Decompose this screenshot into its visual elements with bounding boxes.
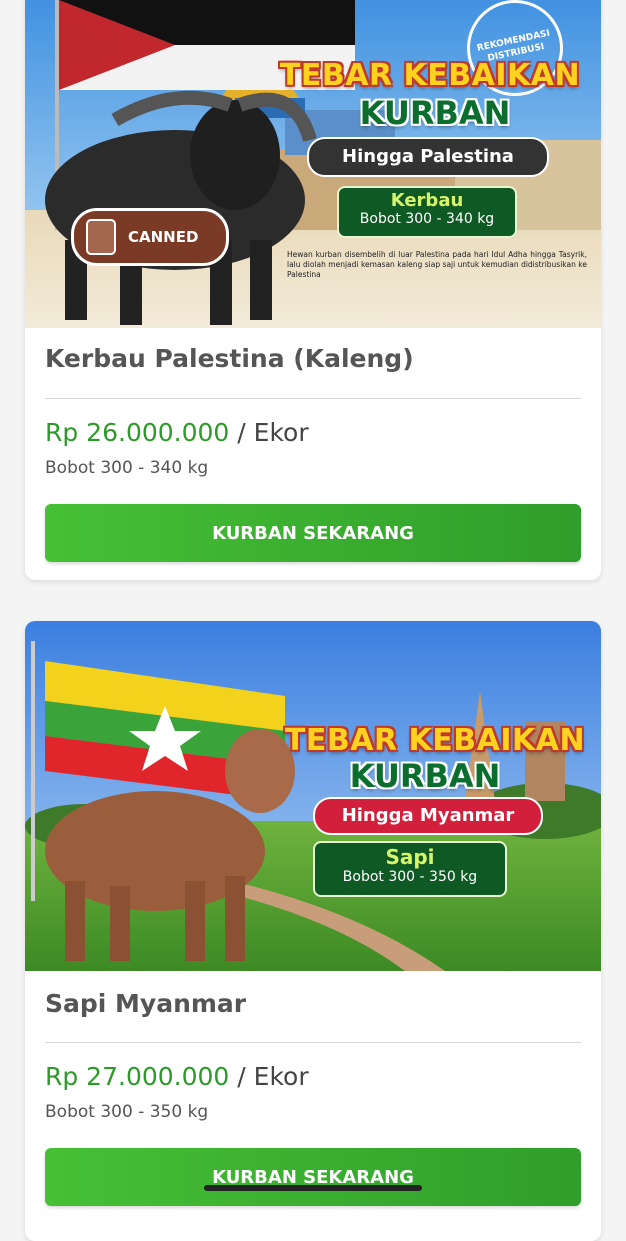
animal-type: Sapi xyxy=(385,845,435,869)
price-unit: / Ekor xyxy=(237,1062,309,1091)
kurban-now-button[interactable]: KURBAN SEKARANG xyxy=(45,1148,581,1206)
product-title: Kerbau Palestina (Kaleng) xyxy=(45,344,414,373)
banner-headline-kurban: KURBAN xyxy=(359,94,511,132)
kurban-now-button[interactable]: KURBAN SEKARANG xyxy=(45,504,581,562)
price-line: Rp 26.000.000 / Ekor xyxy=(45,418,309,447)
destination-pill: Hingga Myanmar xyxy=(313,797,543,835)
banner-headline-kurban: KURBAN xyxy=(349,757,501,795)
destination-pill: Hingga Palestina xyxy=(307,137,549,177)
product-weight: Bobot 300 - 350 kg xyxy=(45,1102,209,1122)
home-indicator[interactable] xyxy=(204,1185,422,1191)
animal-type: Kerbau xyxy=(390,190,464,211)
price-amount: Rp 26.000.000 xyxy=(45,418,230,447)
animal-info-box: Sapi Bobot 300 - 350 kg xyxy=(313,841,507,897)
product-banner-image[interactable]: TEBAR KEBAIKAN KURBAN Hingga Myanmar Sap… xyxy=(25,621,601,971)
banner-illustration xyxy=(25,621,601,971)
product-banner-image[interactable]: REKOMENDASI DISTRIBUSI TEBAR KEBAIKAN KU… xyxy=(25,0,601,328)
product-title: Sapi Myanmar xyxy=(45,989,247,1018)
animal-info-box: Kerbau Bobot 300 - 340 kg xyxy=(337,186,517,238)
divider xyxy=(45,1042,581,1043)
banner-headline: TEBAR KEBAIKAN xyxy=(284,723,586,758)
canned-badge: CANNED xyxy=(71,208,229,266)
price-unit: / Ekor xyxy=(237,418,309,447)
product-card-kerbau-palestina[interactable]: REKOMENDASI DISTRIBUSI TEBAR KEBAIKAN KU… xyxy=(25,0,601,580)
canned-badge-label: CANNED xyxy=(128,228,199,246)
animal-weight: Bobot 300 - 350 kg xyxy=(342,869,478,885)
price-amount: Rp 27.000.000 xyxy=(45,1062,230,1091)
banner-headline: TEBAR KEBAIKAN xyxy=(279,58,581,93)
product-weight: Bobot 300 - 340 kg xyxy=(45,458,209,478)
can-icon xyxy=(86,219,116,255)
banner-description: Hewan kurban disembelih di luar Palestin… xyxy=(287,250,587,279)
animal-weight: Bobot 300 - 340 kg xyxy=(359,211,495,227)
price-line: Rp 27.000.000 / Ekor xyxy=(45,1062,309,1091)
product-card-sapi-myanmar[interactable]: TEBAR KEBAIKAN KURBAN Hingga Myanmar Sap… xyxy=(25,621,601,1241)
divider xyxy=(45,398,581,399)
